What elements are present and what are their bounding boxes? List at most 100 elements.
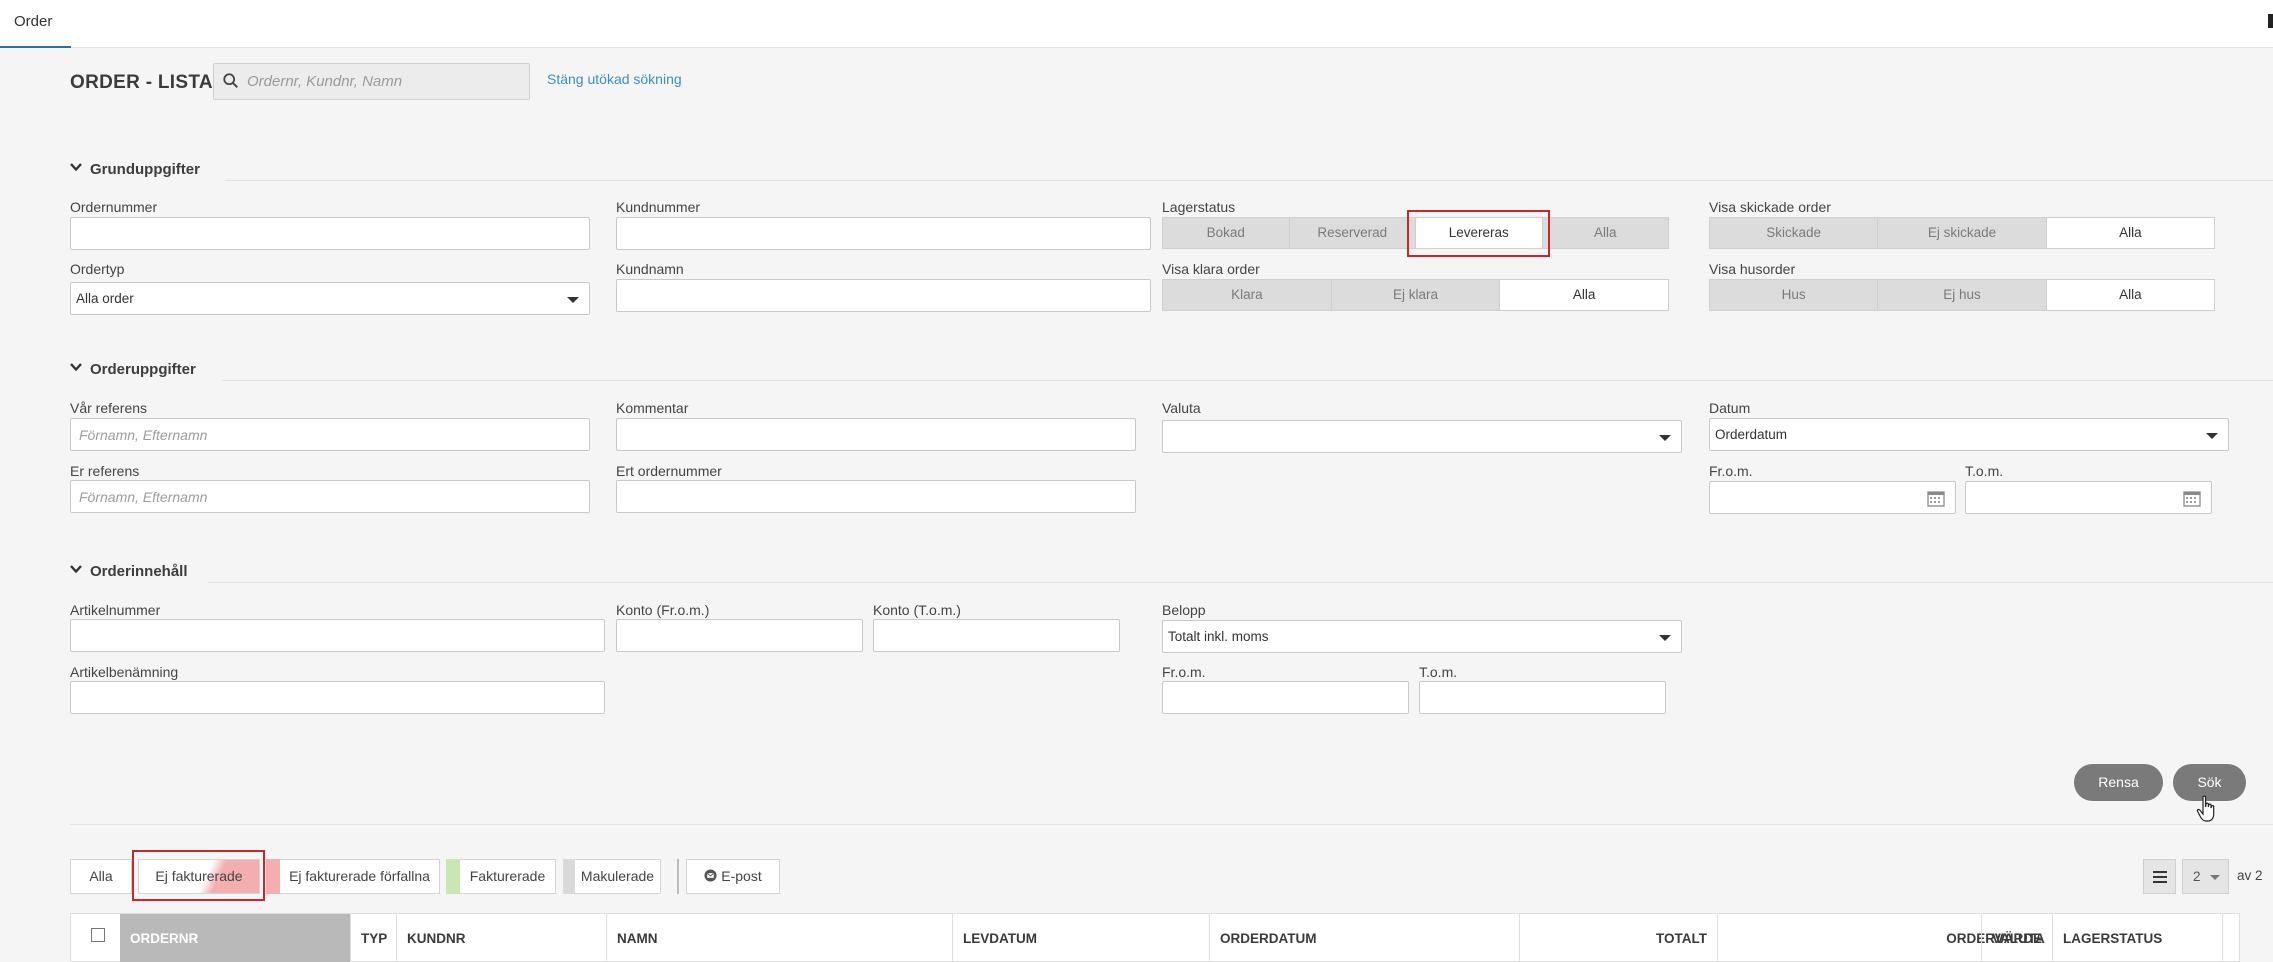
ert-ordernummer-input[interactable] — [616, 480, 1136, 513]
belopp-tom-input[interactable] — [1419, 681, 1666, 714]
chevron-down-icon — [2206, 433, 2218, 439]
visa-klara-toggle[interactable]: Klara Ej klara Alla — [1162, 279, 1669, 311]
skickade-option-skickade[interactable]: Skickade — [1710, 218, 1879, 248]
table-header: ORDERNR TYP KUNDNR NAMN LEVDATUM ORDERDA… — [70, 913, 2240, 962]
section-orderinnehall[interactable]: Orderinnehåll — [70, 563, 188, 580]
highlight-box-ej-fakturerade — [132, 850, 265, 901]
highlight-box-levereras — [1407, 210, 1550, 257]
section-divider — [225, 180, 2273, 181]
kundnummer-label: Kundnummer — [616, 199, 701, 215]
konto-tom-input[interactable] — [873, 619, 1120, 652]
page-select[interactable]: 2 — [2182, 859, 2229, 894]
email-label: E-post — [721, 868, 762, 884]
section-title: Orderuppgifter — [90, 361, 196, 378]
belopp-select[interactable]: Totalt inkl. moms — [1162, 620, 1682, 653]
search-placeholder: Ordernr, Kundnr, Namn — [247, 73, 403, 90]
chevron-down-icon — [70, 565, 82, 574]
valuta-select[interactable] — [1162, 420, 1682, 453]
kommentar-input[interactable] — [616, 418, 1136, 451]
calendar-icon[interactable] — [1927, 490, 1945, 507]
toggle-extended-search-link[interactable]: Stäng utökad sökning — [547, 71, 682, 87]
list-view-button[interactable] — [2143, 859, 2176, 894]
column-namn[interactable]: NAMN — [607, 914, 953, 962]
skickade-option-ej-skickade[interactable]: Ej skickade — [1878, 218, 2047, 248]
visa-skickade-label: Visa skickade order — [1709, 199, 1831, 215]
klara-option-klara[interactable]: Klara — [1163, 280, 1332, 310]
hus-option-alla[interactable]: Alla — [2046, 280, 2214, 310]
ordernummer-input[interactable] — [70, 217, 590, 250]
ordertyp-label: Ordertyp — [70, 261, 125, 277]
ert-ordernummer-label: Ert ordernummer — [616, 463, 722, 479]
lagerstatus-option-alla[interactable]: Alla — [1542, 218, 1668, 248]
separator — [677, 859, 679, 894]
page-count-label: av 2 — [2237, 868, 2263, 883]
section-title: Grunduppgifter — [90, 161, 200, 178]
filter-tab-makulerade[interactable]: Makulerade — [575, 859, 661, 894]
chevron-down-icon — [2210, 875, 2220, 880]
klara-option-alla[interactable]: Alla — [1500, 280, 1669, 310]
column-levdatum[interactable]: LEVDATUM — [953, 914, 1210, 962]
column-valuta[interactable]: VALUTA — [1981, 914, 2053, 962]
belopp-from-input[interactable] — [1162, 681, 1409, 714]
column-kundnr[interactable]: KUNDNR — [397, 914, 607, 962]
lagerstatus-option-reserverad[interactable]: Reserverad — [1289, 218, 1416, 248]
datum-tom-input[interactable] — [1965, 481, 2212, 514]
datum-from-input[interactable] — [1709, 481, 1956, 514]
filter-tab-ej-fakturerade-forfallna[interactable]: Ej fakturerade förfallna — [280, 859, 440, 894]
er-referens-input[interactable]: Förnamn, Efternamn — [70, 480, 590, 513]
clear-button[interactable]: Rensa — [2074, 764, 2163, 801]
chevron-down-icon — [1659, 635, 1671, 641]
var-referens-placeholder: Förnamn, Efternamn — [79, 427, 208, 443]
datum-value: Orderdatum — [1715, 427, 1788, 442]
section-orderuppgifter[interactable]: Orderuppgifter — [70, 361, 196, 378]
tab-order[interactable]: Order — [0, 0, 71, 48]
visa-husorder-label: Visa husorder — [1709, 261, 1796, 277]
visa-husorder-toggle[interactable]: Hus Ej hus Alla — [1709, 279, 2215, 311]
artikelbenamning-input[interactable] — [70, 681, 605, 714]
window-edge-marker — [2268, 14, 2273, 28]
column-lagerstatus[interactable]: LAGERSTATUS — [2053, 914, 2223, 962]
kundnamn-input[interactable] — [616, 279, 1151, 312]
er-referens-placeholder: Förnamn, Efternamn — [79, 489, 208, 505]
konto-from-input[interactable] — [616, 619, 863, 652]
section-grunduppgifter[interactable]: Grunduppgifter — [70, 161, 200, 178]
column-ordernr[interactable]: ORDERNR — [120, 914, 351, 962]
hus-option-ej-hus[interactable]: Ej hus — [1878, 280, 2047, 310]
select-all-checkbox[interactable] — [91, 928, 105, 942]
datum-tom-label: T.o.m. — [1965, 463, 2004, 479]
kundnummer-input[interactable] — [616, 217, 1151, 250]
calendar-icon[interactable] — [2183, 490, 2201, 507]
belopp-tom-label: T.o.m. — [1419, 664, 1458, 680]
quick-search-input[interactable]: Ordernr, Kundnr, Namn — [213, 63, 530, 100]
var-referens-input[interactable]: Förnamn, Efternamn — [70, 418, 590, 451]
top-tab-bar — [0, 0, 2273, 48]
konto-from-label: Konto (Fr.o.m.) — [616, 602, 710, 618]
skickade-option-alla[interactable]: Alla — [2046, 218, 2214, 248]
column-typ[interactable]: TYP — [351, 914, 397, 962]
filter-tab-fakturerade[interactable]: Fakturerade — [460, 859, 556, 894]
page-title: ORDER - LISTA — [70, 72, 213, 93]
email-button[interactable]: E-post — [686, 859, 780, 894]
column-totalt[interactable]: TOTALT — [1520, 914, 1718, 962]
column-orderdatum[interactable]: ORDERDATUM — [1210, 914, 1520, 962]
klara-option-ej-klara[interactable]: Ej klara — [1331, 280, 1501, 310]
billed-color-swatch — [446, 859, 460, 894]
kundnamn-label: Kundnamn — [616, 261, 684, 277]
section-title: Orderinnehåll — [90, 563, 188, 580]
lagerstatus-option-bokad[interactable]: Bokad — [1163, 218, 1290, 248]
er-referens-label: Er referens — [70, 463, 140, 479]
hus-option-hus[interactable]: Hus — [1710, 280, 1879, 310]
ordertyp-select[interactable]: Alla order — [70, 282, 590, 315]
belopp-from-label: Fr.o.m. — [1162, 664, 1206, 680]
chevron-down-icon — [567, 297, 579, 303]
ordernummer-label: Ordernummer — [70, 199, 158, 215]
section-divider — [222, 380, 2273, 381]
datum-select[interactable]: Orderdatum — [1709, 418, 2229, 451]
artikelnummer-input[interactable] — [70, 619, 605, 652]
artikelbenamning-label: Artikelbenämning — [70, 664, 179, 680]
visa-klara-label: Visa klara order — [1162, 261, 1260, 277]
filter-tab-alla[interactable]: Alla — [70, 859, 132, 894]
page-number: 2 — [2193, 869, 2201, 884]
visa-skickade-toggle[interactable]: Skickade Ej skickade Alla — [1709, 217, 2215, 249]
overdue-color-swatch — [266, 859, 280, 894]
